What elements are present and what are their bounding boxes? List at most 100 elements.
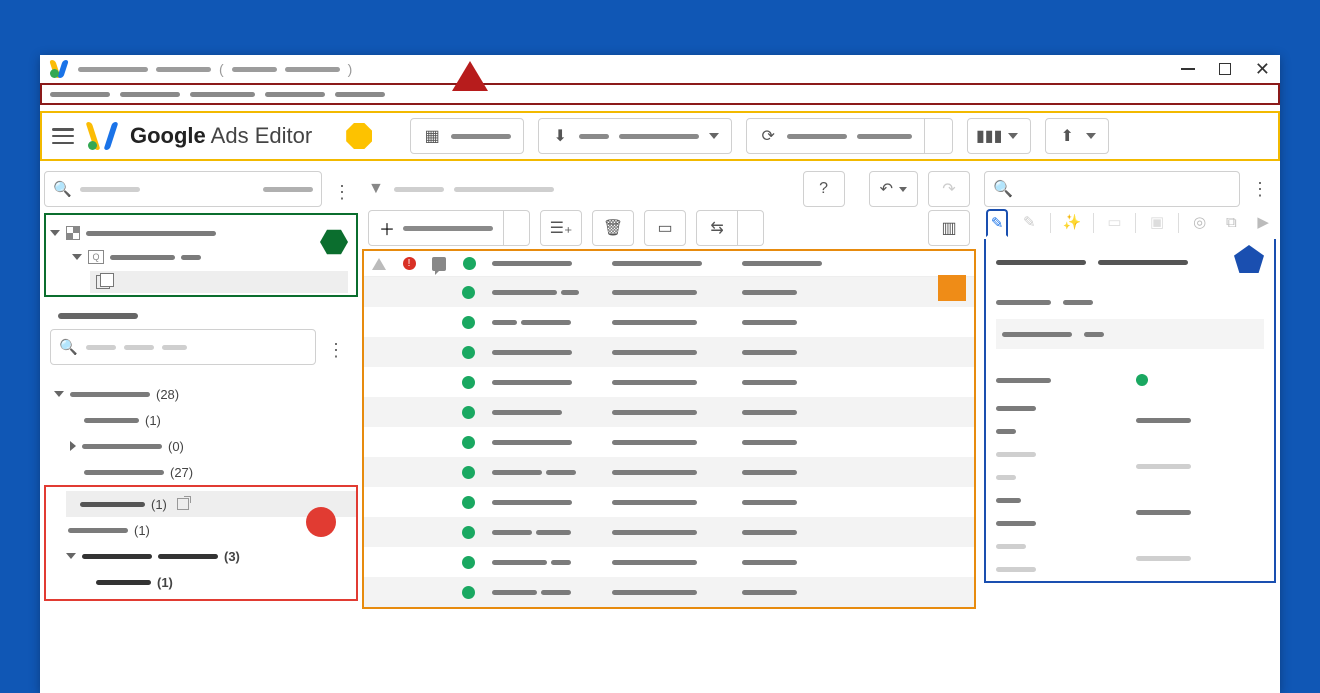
status-col-icon	[463, 257, 476, 270]
entity-type-tree: (28) (1) (0) (27)	[44, 381, 358, 485]
redo-icon: ↷	[942, 179, 955, 199]
tab-target[interactable]: ◎	[1189, 209, 1211, 237]
refresh-icon: ⟳	[759, 127, 777, 145]
maximize-button[interactable]	[1219, 63, 1231, 75]
details-editor	[984, 239, 1276, 583]
app-menubar[interactable]	[40, 83, 1280, 105]
data-grid: !	[362, 249, 976, 609]
entity-tree-item[interactable]: (27)	[54, 459, 358, 485]
grid-row[interactable]	[364, 517, 974, 547]
campaign-tree-item[interactable]: Q	[50, 245, 348, 269]
comment-col-icon	[432, 257, 446, 271]
search-icon: 🔍	[59, 338, 78, 356]
grid-row[interactable]	[364, 367, 974, 397]
minimize-button[interactable]	[1181, 68, 1195, 70]
entity-tree-item[interactable]: (0)	[54, 433, 358, 459]
tab-image[interactable]: ▣	[1146, 209, 1168, 237]
window-icon: ▭	[1107, 213, 1121, 231]
grid-row[interactable]	[364, 337, 974, 367]
window-title: ( )	[78, 61, 1181, 77]
annotation-triangle-red	[452, 61, 488, 91]
grid-action-bar: ＋ ☰₊ 🗑 ▭ ⇆ ▥	[362, 207, 976, 249]
filter-icon: ▼	[368, 180, 384, 198]
account-icon	[66, 226, 80, 240]
details-search-input[interactable]: 🔍	[984, 171, 1240, 207]
undo-button[interactable]: ↶	[869, 171, 918, 207]
search-icon: 🔍	[993, 179, 1013, 199]
remove-button[interactable]: 🗑	[592, 210, 634, 246]
grid-row[interactable]	[364, 427, 974, 457]
entity-tree-item[interactable]: (28)	[54, 381, 358, 407]
campaign-icon: Q	[88, 250, 104, 264]
accounts-button[interactable]: ▦	[410, 118, 524, 154]
grid-row[interactable]	[364, 457, 974, 487]
add-dropdown[interactable]	[504, 210, 530, 246]
plus-icon: ＋	[379, 216, 395, 240]
annotation-circle-red	[306, 507, 336, 537]
download-recent-changes-button[interactable]: ⬇	[538, 118, 732, 154]
entity-type-tree-focus: (1) (1) (3) (1)	[44, 485, 358, 601]
grid-row[interactable]	[364, 487, 974, 517]
tab-edit-alt[interactable]: ✎	[1018, 209, 1040, 237]
replace-dropdown[interactable]	[738, 210, 764, 246]
entity-tree-item[interactable]: (1)	[54, 407, 358, 433]
close-button[interactable]: ✕	[1255, 59, 1270, 80]
campaign-tree: Q	[44, 213, 358, 297]
error-col-icon: !	[403, 257, 416, 270]
details-search-options-button[interactable]: ⋮	[1244, 173, 1276, 205]
grid-row[interactable]	[364, 397, 974, 427]
grid-header-row: !	[364, 251, 974, 277]
tab-link[interactable]: ⧉	[1221, 209, 1243, 237]
tab-tag[interactable]: ▶	[1252, 209, 1274, 237]
details-tabstrip: ✎ ✎ ✨ ▭ ▣ ◎ ⧉ ▶	[984, 207, 1276, 239]
annotation-square-orange	[938, 275, 966, 301]
post-changes-button[interactable]: ⬆	[1045, 118, 1109, 154]
grid-row[interactable]	[364, 577, 974, 607]
multi-edit-button[interactable]: ☰₊	[540, 210, 582, 246]
tab-wand[interactable]: ✨	[1061, 209, 1083, 237]
replace-button[interactable]: ⇆	[696, 210, 738, 246]
campaign-search-input[interactable]: 🔍	[44, 171, 322, 207]
pencil-icon: ✎	[1023, 213, 1036, 231]
entity-tree-item[interactable]: (1)	[66, 569, 356, 595]
tab-edit[interactable]: ✎	[986, 209, 1008, 237]
check-changes-dropdown[interactable]	[925, 118, 953, 154]
add-button[interactable]: ＋	[368, 210, 504, 246]
entity-search-input[interactable]: 🔍	[50, 329, 316, 365]
video-button[interactable]: ▭	[644, 210, 686, 246]
entity-search-options-button[interactable]: ⋮	[320, 334, 352, 366]
grid-row[interactable]	[364, 307, 974, 337]
search-icon: 🔍	[53, 180, 72, 198]
product-name: Google Ads Editor	[130, 123, 312, 149]
download-icon: ⬇	[551, 127, 569, 145]
grid-row[interactable]	[364, 547, 974, 577]
grid-row[interactable]	[364, 277, 974, 307]
grid-filter-bar: ▼ ? ↶ ↷	[362, 171, 976, 207]
check-changes-button[interactable]: ⟳	[746, 118, 925, 154]
external-link-icon	[177, 498, 189, 510]
details-field[interactable]	[996, 319, 1264, 349]
campaign-tree-root[interactable]	[50, 221, 348, 245]
campaign-search-options-button[interactable]: ⋮	[326, 176, 358, 208]
center-panel: ▼ ? ↶ ↷ ＋ ☰₊ 🗑 ▭ ⇆	[358, 167, 980, 693]
link-icon: ⧉	[1226, 214, 1237, 231]
list-icon: ☰₊	[550, 218, 573, 238]
image-icon: ▣	[1150, 213, 1164, 231]
tab-preview[interactable]: ▭	[1104, 209, 1126, 237]
view-statistics-button[interactable]: ▮▮▮	[967, 118, 1031, 154]
left-panel: 🔍 ⋮ Q	[40, 167, 358, 693]
tag-icon: ▶	[1257, 213, 1269, 231]
apps-grid-icon: ▦	[423, 127, 441, 145]
help-button[interactable]: ?	[803, 171, 845, 207]
annotation-octagon-yellow	[346, 123, 372, 149]
columns-icon: ▥	[941, 218, 956, 238]
campaign-tree-item-selected[interactable]	[90, 271, 348, 293]
hamburger-menu-button[interactable]	[52, 128, 74, 144]
redo-button[interactable]: ↷	[928, 171, 970, 207]
upload-icon: ⬆	[1058, 127, 1076, 145]
pencil-icon: ✎	[991, 214, 1004, 232]
entity-tree-item[interactable]: (3)	[66, 543, 356, 569]
columns-button[interactable]: ▥	[928, 210, 970, 246]
warning-col-icon	[372, 258, 386, 270]
window-titlebar: ( ) ✕	[40, 55, 1280, 83]
